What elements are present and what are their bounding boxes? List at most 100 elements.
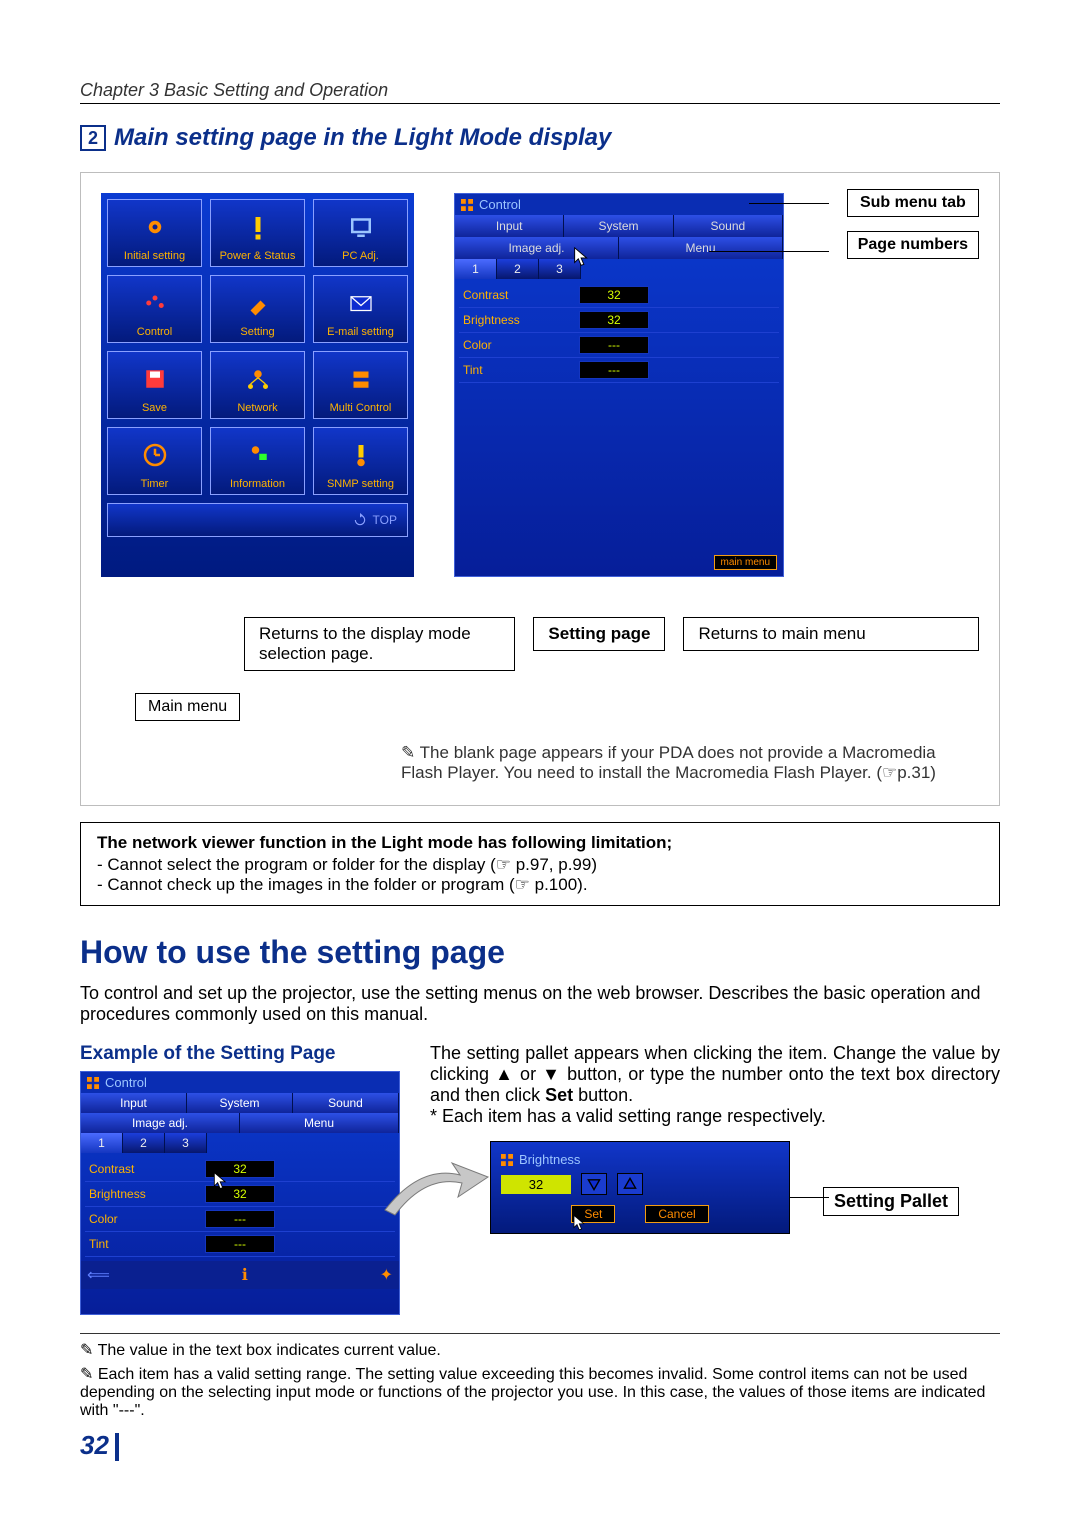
how-to-heading: How to use the setting page bbox=[80, 934, 1000, 971]
top-link[interactable]: TOP bbox=[107, 503, 408, 537]
tab-row-1[interactable]: InputSystemSound bbox=[455, 215, 783, 237]
row-brightness[interactable]: Brightness32 bbox=[85, 1182, 395, 1207]
page-tabs[interactable]: 123 bbox=[455, 259, 783, 279]
example-note: * Each item has a valid setting range re… bbox=[430, 1106, 826, 1126]
limitation-box: The network viewer function in the Light… bbox=[80, 822, 1000, 906]
tab-2[interactable]: 2 bbox=[497, 259, 539, 279]
footnote-1: The value in the text box indicates curr… bbox=[80, 1340, 1000, 1360]
tab-1[interactable]: 1 bbox=[455, 259, 497, 279]
control-footer: main menu bbox=[455, 546, 783, 576]
menu-item-e-mail-setting[interactable]: E-mail setting bbox=[313, 275, 408, 343]
info-icon[interactable]: ℹ bbox=[242, 1265, 248, 1285]
tab-1[interactable]: 1 bbox=[81, 1133, 123, 1153]
menu-item-multi-control[interactable]: Multi Control bbox=[313, 351, 408, 419]
multi-icon bbox=[346, 356, 376, 402]
info-icon bbox=[243, 432, 273, 478]
diagram-figure: Initial settingPower & StatusPC Adj. Cont… bbox=[80, 172, 1000, 806]
limitation-line-2: - Cannot check up the images in the fold… bbox=[97, 875, 983, 895]
warning-icon bbox=[243, 204, 273, 250]
limitation-line-1: - Cannot select the program or folder fo… bbox=[97, 855, 983, 875]
example-panel: Control InputSystemSound Image adj.Menu … bbox=[80, 1071, 400, 1315]
menu-item-information[interactable]: Information bbox=[210, 427, 305, 495]
control-title-text: Control bbox=[479, 197, 521, 212]
tab-input[interactable]: Input bbox=[455, 215, 564, 237]
page-numbers-callout: Page numbers bbox=[847, 231, 979, 259]
returns-top-callout: Returns to the display mode selection pa… bbox=[244, 617, 515, 671]
clock-icon bbox=[140, 432, 170, 478]
example-title: Example of the Setting Page bbox=[80, 1043, 400, 1065]
monitor-icon bbox=[346, 204, 376, 250]
tab-2[interactable]: 2 bbox=[123, 1133, 165, 1153]
control-title: Control bbox=[455, 194, 783, 215]
menu-item-pc-adj-[interactable]: PC Adj. bbox=[313, 199, 408, 267]
save-icon bbox=[140, 356, 170, 402]
menu-item-save[interactable]: Save bbox=[107, 351, 202, 419]
example-description: The setting pallet appears when clicking… bbox=[430, 1043, 1000, 1234]
example-body: Contrast32Brightness32Color---Tint--- bbox=[81, 1153, 399, 1261]
lower-callouts: Returns to the display mode selection pa… bbox=[101, 617, 979, 671]
flash-note: The blank page appears if your PDA does … bbox=[401, 743, 979, 783]
section-title: 2 Main setting page in the Light Mode di… bbox=[80, 124, 1000, 152]
example-control-title: Control bbox=[81, 1072, 399, 1093]
tab-system[interactable]: System bbox=[187, 1093, 293, 1113]
main-menu-button[interactable]: main menu bbox=[714, 555, 777, 570]
menu-item-snmp-setting[interactable]: SNMP setting bbox=[313, 427, 408, 495]
setting-pallet: Brightness 32 Set Cancel Setting Pallet bbox=[490, 1141, 790, 1234]
slider-icon bbox=[140, 280, 170, 326]
row-tint[interactable]: Tint--- bbox=[459, 358, 779, 383]
example-tabs-2[interactable]: Image adj.Menu bbox=[81, 1113, 399, 1133]
row-color[interactable]: Color--- bbox=[459, 333, 779, 358]
control-icon bbox=[501, 1154, 513, 1166]
menu-item-timer[interactable]: Timer bbox=[107, 427, 202, 495]
tab-system[interactable]: System bbox=[564, 215, 673, 237]
tab-image-adj-[interactable]: Image adj. bbox=[455, 237, 619, 259]
menu-item-power-status[interactable]: Power & Status bbox=[210, 199, 305, 267]
footnote-2: Each item has a valid setting range. The… bbox=[80, 1364, 1000, 1420]
intro-paragraph: To control and set up the projector, use… bbox=[80, 983, 1000, 1025]
control-icon bbox=[87, 1077, 99, 1089]
back-icon[interactable]: ⟸ bbox=[87, 1265, 110, 1285]
example-tabs-1[interactable]: InputSystemSound bbox=[81, 1093, 399, 1113]
limitation-header: The network viewer function in the Light… bbox=[97, 833, 983, 853]
menu-item-network[interactable]: Network bbox=[210, 351, 305, 419]
tab-menu[interactable]: Menu bbox=[240, 1113, 399, 1133]
big-arrow-icon bbox=[380, 1155, 490, 1225]
tab-row-2[interactable]: Image adj.Menu bbox=[455, 237, 783, 259]
gear-footer-icon[interactable]: ✦ bbox=[380, 1265, 393, 1285]
row-color[interactable]: Color--- bbox=[85, 1207, 395, 1232]
snmp-icon bbox=[346, 432, 376, 478]
control-body: Contrast32Brightness32Color---Tint--- bbox=[455, 279, 783, 387]
up-button[interactable] bbox=[617, 1173, 643, 1195]
menu-item-initial-setting[interactable]: Initial setting bbox=[107, 199, 202, 267]
pallet-value[interactable]: 32 bbox=[501, 1175, 571, 1194]
tab-3[interactable]: 3 bbox=[165, 1133, 207, 1153]
control-icon bbox=[461, 199, 473, 211]
down-button[interactable] bbox=[581, 1173, 607, 1195]
right-callouts: Sub menu tab Page numbers bbox=[847, 189, 979, 259]
returns-main-callout: Returns to main menu bbox=[683, 617, 979, 651]
tab-sound[interactable]: Sound bbox=[674, 215, 783, 237]
network-icon bbox=[243, 356, 273, 402]
tab-sound[interactable]: Sound bbox=[293, 1093, 399, 1113]
row-tint[interactable]: Tint--- bbox=[85, 1232, 395, 1257]
wrench-icon bbox=[243, 280, 273, 326]
set-button[interactable]: Set bbox=[571, 1205, 615, 1223]
pallet-title: Brightness bbox=[501, 1152, 779, 1167]
row-brightness[interactable]: Brightness32 bbox=[459, 308, 779, 333]
section-number-box: 2 bbox=[80, 125, 106, 151]
row-contrast[interactable]: Contrast32 bbox=[85, 1157, 395, 1182]
tab-menu[interactable]: Menu bbox=[619, 237, 783, 259]
example-page-tabs[interactable]: 123 bbox=[81, 1133, 399, 1153]
tab-3[interactable]: 3 bbox=[539, 259, 581, 279]
footnotes: The value in the text box indicates curr… bbox=[80, 1333, 1000, 1420]
cancel-button[interactable]: Cancel bbox=[645, 1205, 708, 1223]
setting-pallet-callout: Setting Pallet bbox=[823, 1187, 959, 1216]
row-contrast[interactable]: Contrast32 bbox=[459, 283, 779, 308]
menu-item-setting[interactable]: Setting bbox=[210, 275, 305, 343]
tab-image-adj-[interactable]: Image adj. bbox=[81, 1113, 240, 1133]
tab-input[interactable]: Input bbox=[81, 1093, 187, 1113]
chapter-header: Chapter 3 Basic Setting and Operation bbox=[80, 80, 1000, 104]
mail-icon bbox=[346, 280, 376, 326]
menu-item-control[interactable]: Control bbox=[107, 275, 202, 343]
section-title-text: Main setting page in the Light Mode disp… bbox=[114, 124, 611, 152]
